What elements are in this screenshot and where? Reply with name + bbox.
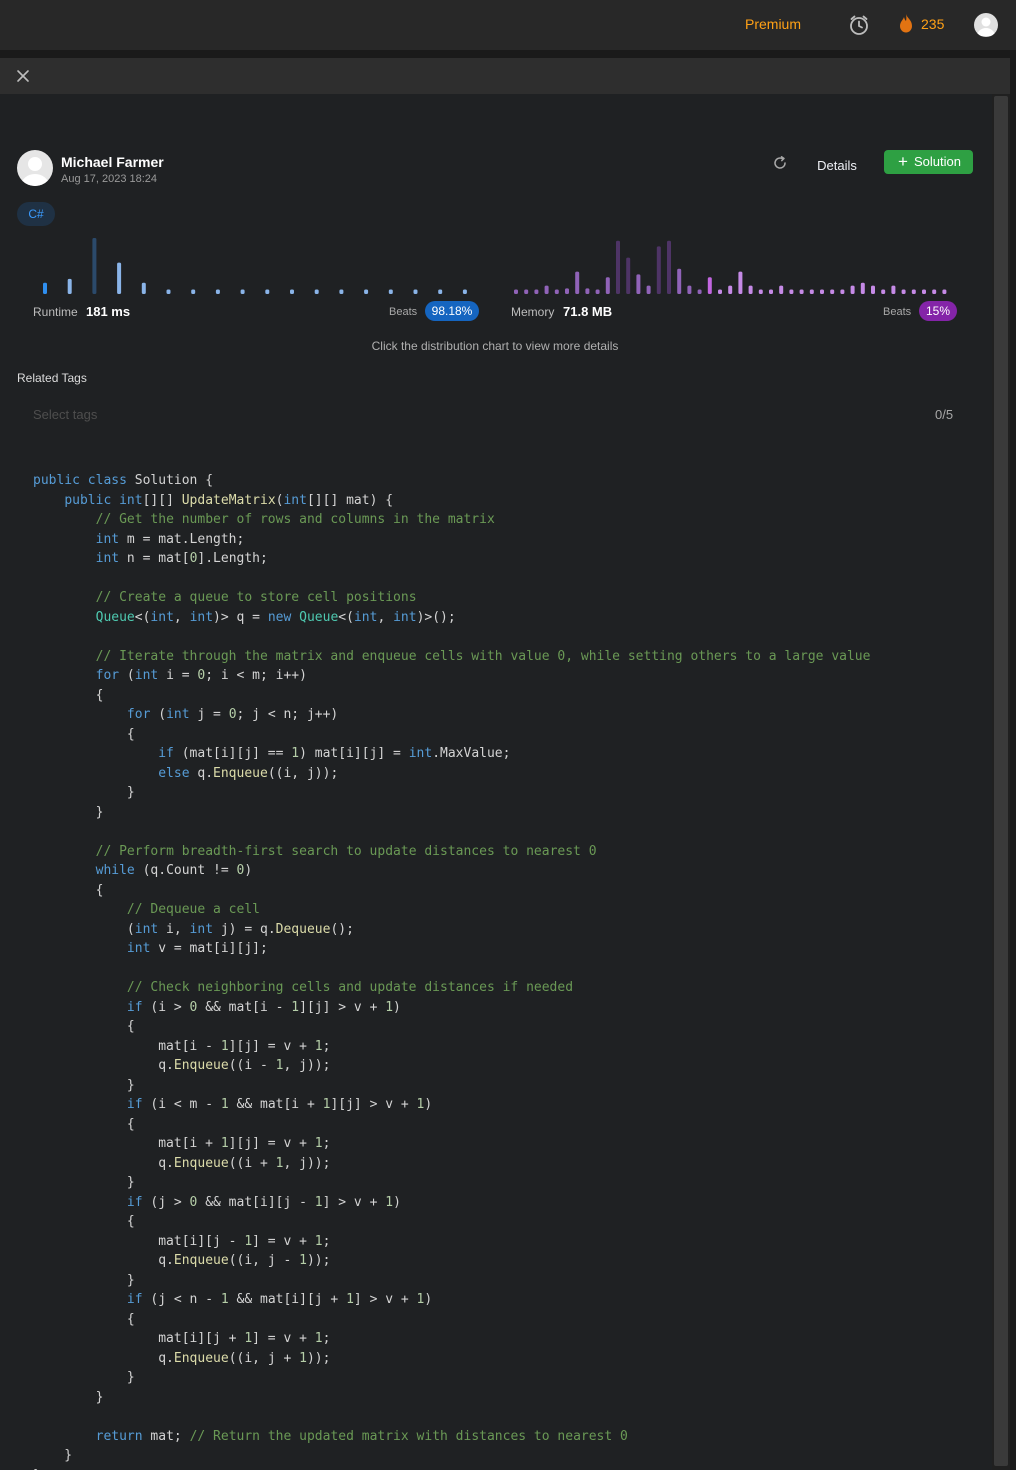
distribution-bar[interactable] [585,288,590,294]
details-button[interactable]: Details [808,154,866,178]
distribution-bar[interactable] [718,289,722,294]
scrollbar-thumb[interactable] [994,96,1008,1466]
distribution-bar[interactable] [779,285,784,294]
runtime-distribution-chart[interactable] [33,234,478,299]
distribution-bar[interactable] [738,271,743,294]
distribution-bar[interactable] [166,289,171,294]
distribution-bar[interactable] [728,285,733,294]
distribution-bar[interactable] [758,289,763,294]
distribution-bar[interactable] [364,289,369,294]
language-tag: C# [17,202,55,226]
streak-count: 235 [921,16,945,32]
distribution-bar[interactable] [942,289,947,294]
distribution-bar[interactable] [534,289,539,294]
distribution-bar[interactable] [339,289,344,294]
author-avatar[interactable] [17,150,53,186]
distribution-bar[interactable] [901,289,906,294]
distribution-bar[interactable] [290,289,294,294]
distribution-bar[interactable] [860,282,865,294]
distribution-bar[interactable] [820,289,824,294]
memory-distribution-chart[interactable] [511,234,956,299]
distribution-bar[interactable] [636,274,641,294]
distribution-bar[interactable] [871,285,875,294]
memory-beats-badge: 15% [919,301,957,321]
distribution-bar[interactable] [43,282,47,294]
distribution-bar[interactable] [891,285,896,294]
submission-date: Aug 17, 2023 18:24 [61,173,158,185]
distribution-bar[interactable] [240,289,245,294]
distribution-bar[interactable] [646,285,651,294]
plus-icon: + [898,152,908,171]
distribution-bar[interactable] [514,289,518,294]
distribution-bar[interactable] [911,289,916,294]
memory-label: Memory [511,305,555,319]
streak-counter[interactable]: 235 [897,13,944,35]
distribution-bar[interactable] [667,240,671,294]
distribution-bar[interactable] [117,262,122,294]
distribution-bar[interactable] [656,246,661,294]
distribution-bar[interactable] [565,288,569,294]
distribution-bar[interactable] [595,289,600,294]
distribution-bar[interactable] [799,289,804,294]
distribution-bar[interactable] [388,289,393,294]
solution-code: public class Solution { public int[][] U… [33,473,871,1470]
panel-header [0,58,1010,94]
distribution-bar[interactable] [67,278,72,294]
chart-hint: Click the distribution chart to view mor… [371,339,619,353]
distribution-bar[interactable] [616,240,620,294]
refresh-icon[interactable] [772,155,788,171]
distribution-bar[interactable] [830,289,835,294]
premium-link[interactable]: Premium [745,16,801,32]
distribution-bar[interactable] [544,285,549,294]
scrollbar[interactable] [992,94,1010,1470]
runtime-value: 181 ms [86,304,131,319]
distribution-bar[interactable] [191,289,196,294]
top-navbar: Premium 235 [0,0,1016,50]
distribution-bar[interactable] [265,289,270,294]
distribution-bar[interactable] [314,289,319,294]
distribution-bar[interactable] [809,289,814,294]
distribution-bar[interactable] [554,289,559,294]
distribution-bar[interactable] [881,289,886,294]
distribution-bar[interactable] [215,289,220,294]
distribution-bar[interactable] [626,257,631,294]
runtime-beats-label: Beats [389,306,418,318]
distribution-bar[interactable] [605,277,610,294]
distribution-bar[interactable] [850,285,855,294]
distribution-bar[interactable] [922,289,926,294]
distribution-bar[interactable] [707,277,712,294]
runtime-label: Runtime [33,305,78,319]
distribution-bar[interactable] [575,271,580,294]
distribution-bar[interactable] [789,289,794,294]
user-avatar[interactable] [974,13,998,37]
distribution-bar[interactable] [524,289,529,294]
timer-icon[interactable] [848,14,870,36]
distribution-bar[interactable] [677,268,682,294]
distribution-bar[interactable] [687,285,692,294]
distribution-bar[interactable] [438,289,443,294]
distribution-bar[interactable] [697,289,702,294]
tags-count: 0/5 [935,407,954,422]
submission-content: Michael Farmer Aug 17, 2023 18:24 Detail… [0,94,992,1470]
submission-panel: Michael Farmer Aug 17, 2023 18:24 Detail… [0,58,1010,1470]
distribution-bar[interactable] [840,289,845,294]
solution-button-label: Solution [914,154,961,169]
author-name[interactable]: Michael Farmer [61,154,164,170]
close-icon[interactable] [16,69,30,83]
related-tags-heading: Related Tags [17,371,87,385]
memory-value: 71.8 MB [563,304,613,319]
distribution-bar[interactable] [92,238,97,294]
distribution-bar[interactable] [413,289,418,294]
distribution-bar[interactable] [748,285,753,294]
distribution-bar[interactable] [462,289,467,294]
distribution-bar[interactable] [769,289,773,294]
runtime-beats-badge: 98.18% [425,301,479,321]
tags-select-input[interactable]: Select tags [33,407,97,422]
flame-icon [900,14,912,33]
distribution-bar[interactable] [932,289,937,294]
memory-beats-label: Beats [883,306,912,318]
distribution-bar[interactable] [141,282,146,294]
post-solution-button[interactable]: + Solution [884,150,973,174]
